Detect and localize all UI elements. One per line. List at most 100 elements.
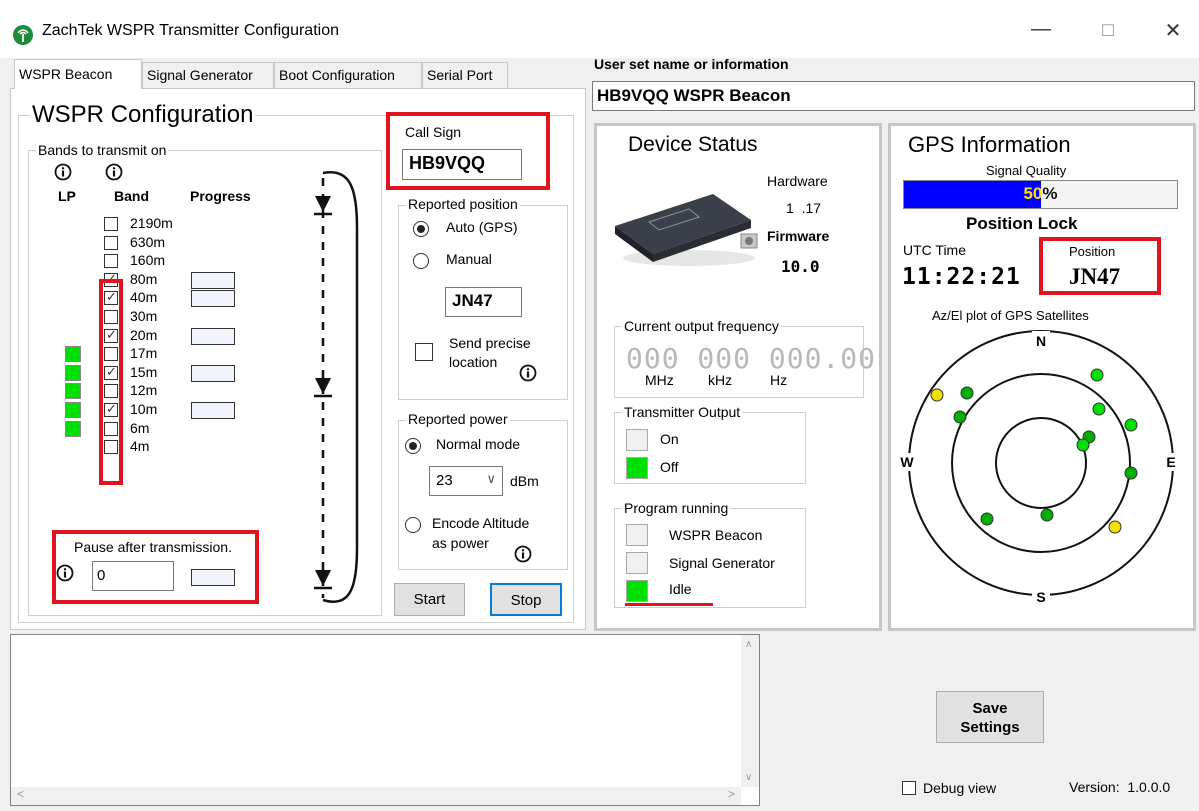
info-icon[interactable] — [54, 163, 72, 181]
band-checkbox[interactable] — [104, 254, 118, 268]
utc-time-value: 11:22:21 — [902, 264, 1021, 290]
bands-group-label: Bands to transmit on — [36, 142, 169, 158]
power-normal-label: Normal mode — [436, 436, 521, 452]
save-label-1: Save — [972, 700, 1008, 717]
horizontal-scrollbar[interactable]: < > — [11, 787, 741, 805]
pause-progress — [191, 569, 235, 586]
scroll-down-icon[interactable]: ∨ — [745, 772, 752, 783]
highlight-box — [99, 279, 123, 485]
west-label: W — [900, 454, 914, 470]
program-running-label: Program running — [622, 500, 731, 516]
signal-quality-bar: 50% — [903, 180, 1178, 209]
col-band-header: Band — [114, 188, 149, 204]
band-label: 40m — [130, 289, 158, 305]
info-icon[interactable] — [105, 163, 123, 181]
callsign-input[interactable]: HB9VQQ — [402, 149, 522, 180]
pos-auto-radio[interactable] — [413, 221, 429, 237]
col-lp-header: LP — [58, 188, 76, 204]
band-label: 30m — [130, 308, 158, 324]
minimize-button[interactable]: — — [1023, 18, 1059, 46]
signal-quality-label: Signal Quality — [986, 163, 1067, 178]
position-lock-label: Position Lock — [966, 214, 1078, 233]
power-select[interactable]: 23 ∨ — [429, 466, 503, 496]
prog-idle-indicator — [626, 580, 648, 602]
user-info-input[interactable]: HB9VQQ WSPR Beacon — [592, 81, 1195, 111]
send-precise-checkbox[interactable] — [415, 343, 433, 361]
locator-input[interactable]: JN47 — [445, 287, 522, 317]
encode-altitude-label-1: Encode Altitude — [432, 515, 530, 531]
save-settings-button[interactable]: Save Settings — [936, 691, 1044, 743]
band-label: 10m — [130, 401, 158, 417]
frequency-group-label: Current output frequency — [622, 318, 781, 334]
prog-siggen-label: Signal Generator — [669, 555, 775, 571]
band-progress-bar — [191, 290, 235, 307]
band-label: 12m — [130, 382, 158, 398]
idle-underline — [625, 603, 713, 606]
band-label: 20m — [130, 327, 158, 343]
power-normal-radio[interactable] — [405, 438, 421, 454]
satellite-plot: N S W E — [899, 330, 1179, 605]
stop-button[interactable]: Stop — [490, 583, 562, 616]
unit-hz-label: Hz — [770, 372, 788, 388]
info-icon[interactable] — [56, 564, 74, 582]
debug-view-checkbox[interactable] — [902, 781, 916, 795]
pause-input[interactable]: 0 — [92, 561, 174, 591]
position-group-label: Reported position — [406, 196, 520, 212]
vertical-scrollbar[interactable]: ∧ ∨ — [741, 635, 759, 787]
prog-siggen-indicator — [626, 552, 648, 574]
version-label: Version: 1.0.0.0 — [1069, 779, 1171, 795]
power-encode-radio[interactable] — [405, 517, 421, 533]
device-status-title: Device Status — [628, 133, 758, 156]
band-label: 17m — [130, 345, 158, 361]
tab-wspr-beacon[interactable]: WSPR Beacon — [14, 59, 142, 89]
gps-title: GPS Information — [908, 132, 1071, 157]
close-button[interactable]: ✕ — [1155, 18, 1191, 46]
power-unit-label: dBm — [510, 473, 539, 489]
pos-manual-radio[interactable] — [413, 253, 429, 269]
lp-indicator — [65, 421, 81, 437]
lp-indicator — [65, 365, 81, 381]
scroll-right-icon[interactable]: > — [728, 787, 735, 801]
firmware-value: 10.0 — [781, 257, 820, 276]
info-icon[interactable] — [514, 545, 532, 563]
antenna-icon — [13, 25, 33, 45]
tab-signal-generator[interactable]: Signal Generator — [142, 62, 274, 88]
satellite-plot-label: Az/El plot of GPS Satellites — [932, 308, 1089, 323]
band-progress-bar — [191, 328, 235, 345]
start-button[interactable]: Start — [394, 583, 465, 616]
lp-indicator — [65, 383, 81, 399]
save-label-2: Settings — [960, 719, 1020, 736]
band-checkbox[interactable] — [104, 217, 118, 231]
info-icon[interactable] — [519, 364, 537, 382]
tab-boot-configuration[interactable]: Boot Configuration — [274, 62, 422, 88]
tx-on-indicator — [626, 429, 648, 451]
maximize-button[interactable]: ☐ — [1090, 21, 1126, 49]
hardware-value: 1 .17 — [786, 200, 822, 216]
tx-off-label: Off — [660, 459, 679, 475]
prog-wspr-indicator — [626, 524, 648, 546]
log-textarea[interactable]: ∧ ∨ < > — [10, 634, 760, 806]
tab-serial-port[interactable]: Serial Port — [422, 62, 508, 88]
band-progress-bar — [191, 402, 235, 419]
position-value: JN47 — [1069, 264, 1121, 289]
lp-indicator — [65, 346, 81, 362]
pos-manual-label: Manual — [446, 251, 492, 267]
scroll-left-icon[interactable]: < — [17, 787, 24, 801]
transmitter-output-label: Transmitter Output — [622, 404, 743, 420]
band-label: 80m — [130, 271, 158, 287]
north-label: N — [1036, 333, 1046, 349]
pause-label: Pause after transmission. — [74, 539, 232, 555]
prog-idle-label: Idle — [669, 581, 692, 597]
callsign-label: Call Sign — [405, 124, 462, 140]
band-checkbox[interactable] — [104, 236, 118, 250]
unit-khz-label: kHz — [708, 372, 733, 388]
send-precise-label-1: Send precise — [449, 335, 531, 351]
utc-time-label: UTC Time — [903, 242, 966, 258]
debug-view-label: Debug view — [923, 780, 997, 796]
east-label: E — [1166, 454, 1175, 470]
signal-quality-text: 50% — [1023, 184, 1058, 203]
unit-mhz-label: MHz — [645, 372, 674, 388]
band-label: 2190m — [130, 215, 173, 231]
scroll-up-icon[interactable]: ∧ — [745, 639, 752, 650]
power-select-value: 23 — [436, 472, 453, 489]
